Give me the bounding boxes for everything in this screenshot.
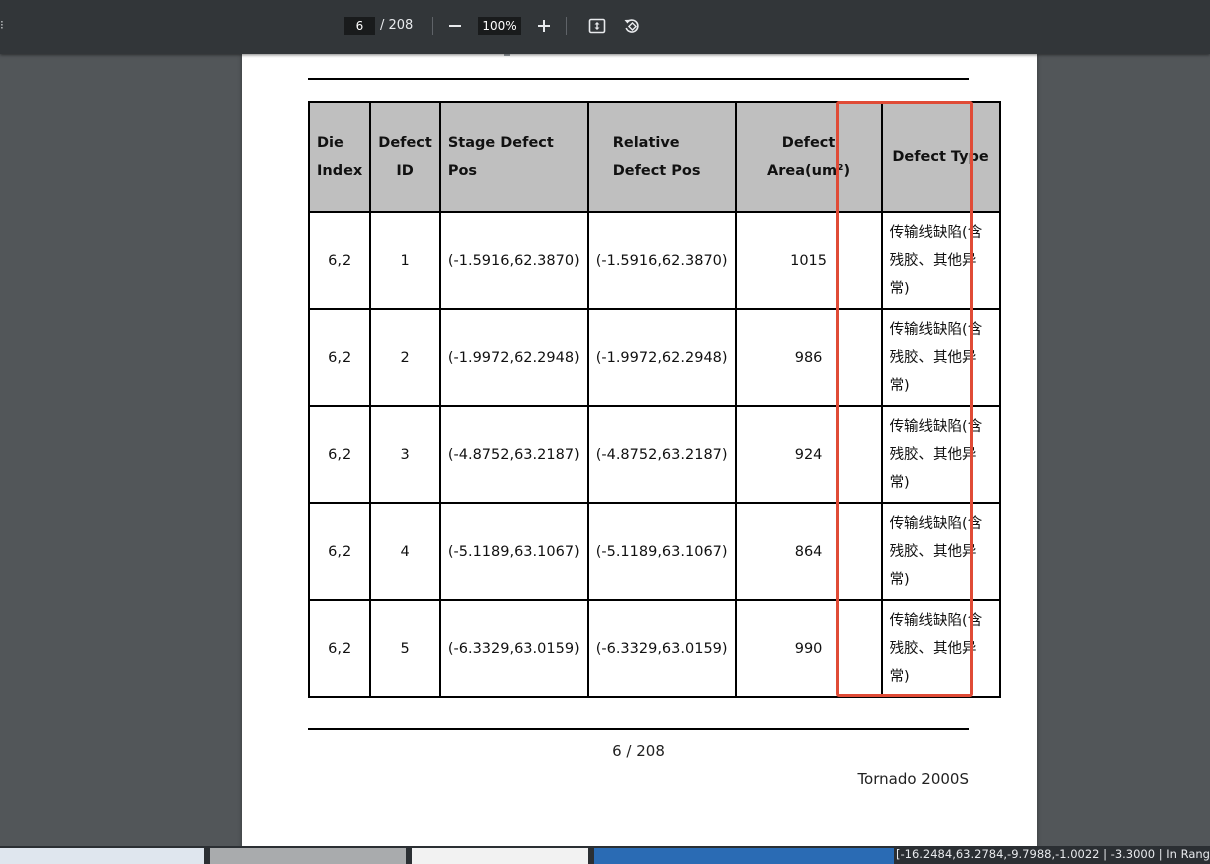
cell-die-index: 6,2	[307, 502, 372, 601]
zoom-level-input[interactable]	[478, 17, 521, 35]
cell-stage-pos: (-1.9972,62.2948)	[438, 308, 589, 407]
taskbar-window-thumbnail[interactable]	[210, 848, 406, 864]
cell-defect-area: 924	[734, 405, 883, 504]
menu-edge-icon[interactable]: ⁝	[0, 18, 4, 32]
cell-relative-pos: (-5.1189,63.1067)	[586, 502, 737, 601]
cell-stage-pos: (-1.5916,62.3870)	[438, 211, 589, 310]
cell-defect-area: 1015	[734, 211, 883, 310]
header-relative-defect-pos: Relative Defect Pos	[586, 101, 737, 213]
footer-rule	[308, 728, 969, 730]
zoom-in-icon	[538, 20, 550, 32]
taskbar-strip: [-16.2484,63.2784,-9.7988,-1.0022 | -3.3…	[0, 846, 1210, 864]
cell-relative-pos: (-4.8752,63.2187)	[586, 405, 737, 504]
page-number-input[interactable]	[344, 17, 375, 35]
zoom-out-icon	[449, 25, 461, 27]
cell-defect-id: 3	[369, 405, 441, 504]
fit-page-icon	[588, 18, 606, 34]
rotate-button[interactable]	[619, 13, 645, 39]
fit-page-button[interactable]	[584, 13, 610, 39]
toolbar-divider	[432, 17, 433, 35]
cell-defect-type: 传输线缺陷(含残胶、其他异常)	[880, 211, 1001, 310]
footer-product-name: Tornado 2000S	[857, 770, 969, 788]
cell-stage-pos: (-5.1189,63.1067)	[438, 502, 589, 601]
taskbar-window-thumbnail[interactable]	[594, 848, 894, 864]
cell-defect-type: 传输线缺陷(含残胶、其他异常)	[880, 405, 1001, 504]
cell-defect-id: 1	[369, 211, 441, 310]
page-number-footer: 6 / 208	[612, 742, 665, 760]
table-row: 6,2 2 (-1.9972,62.2948) (-1.9972,62.2948…	[307, 308, 1001, 407]
cell-defect-type: 传输线缺陷(含残胶、其他异常)	[880, 308, 1001, 407]
zoom-out-button[interactable]	[442, 13, 468, 39]
cell-die-index: 6,2	[307, 211, 372, 310]
cell-relative-pos: (-6.3329,63.0159)	[586, 599, 737, 698]
cell-defect-area: 990	[734, 599, 883, 698]
cell-die-index: 6,2	[307, 599, 372, 698]
table-row: 6,2 5 (-6.3329,63.0159) (-6.3329,63.0159…	[307, 599, 1001, 698]
table-row: 6,2 1 (-1.5916,62.3870) (-1.5916,62.3870…	[307, 211, 1001, 310]
cell-relative-pos: (-1.9972,62.2948)	[586, 308, 737, 407]
status-readout: [-16.2484,63.2784,-9.7988,-1.0022 | -3.3…	[896, 847, 1210, 861]
header-rule	[308, 78, 969, 80]
zoom-in-button[interactable]	[531, 13, 557, 39]
rotate-icon	[624, 19, 639, 33]
toolbar-divider	[566, 17, 567, 35]
cell-defect-id: 4	[369, 502, 441, 601]
page-total-label: / 208	[380, 18, 414, 33]
cell-die-index: 6,2	[307, 308, 372, 407]
pdf-toolbar: ⁝ / 208	[0, 0, 1210, 54]
header-defect-id: Defect ID	[369, 101, 441, 213]
cell-stage-pos: (-4.8752,63.2187)	[438, 405, 589, 504]
cell-defect-type: 传输线缺陷(含残胶、其他异常)	[880, 599, 1001, 698]
cell-defect-area: 864	[734, 502, 883, 601]
defect-table: Die Index Defect ID Stage Defect Pos Rel…	[307, 101, 1001, 698]
cell-stage-pos: (-6.3329,63.0159)	[438, 599, 589, 698]
cell-die-index: 6,2	[307, 405, 372, 504]
page-marker	[504, 54, 510, 56]
header-stage-defect-pos: Stage Defect Pos	[438, 101, 589, 213]
table-row: 6,2 3 (-4.8752,63.2187) (-4.8752,63.2187…	[307, 405, 1001, 504]
pdf-page: Die Index Defect ID Stage Defect Pos Rel…	[242, 54, 1037, 850]
taskbar-window-thumbnail[interactable]	[412, 848, 588, 864]
cell-defect-area: 986	[734, 308, 883, 407]
cell-relative-pos: (-1.5916,62.3870)	[586, 211, 737, 310]
table-header-row: Die Index Defect ID Stage Defect Pos Rel…	[307, 101, 1001, 213]
header-die-index: Die Index	[307, 101, 372, 213]
table-row: 6,2 4 (-5.1189,63.1067) (-5.1189,63.1067…	[307, 502, 1001, 601]
header-defect-area: Defect Area(um²)	[734, 101, 883, 213]
cell-defect-type: 传输线缺陷(含残胶、其他异常)	[880, 502, 1001, 601]
pdf-viewer[interactable]: Die Index Defect ID Stage Defect Pos Rel…	[0, 54, 1210, 864]
cell-defect-id: 5	[369, 599, 441, 698]
taskbar-window-thumbnail[interactable]	[0, 848, 204, 864]
header-defect-type: Defect Type	[880, 101, 1001, 213]
cell-defect-id: 2	[369, 308, 441, 407]
